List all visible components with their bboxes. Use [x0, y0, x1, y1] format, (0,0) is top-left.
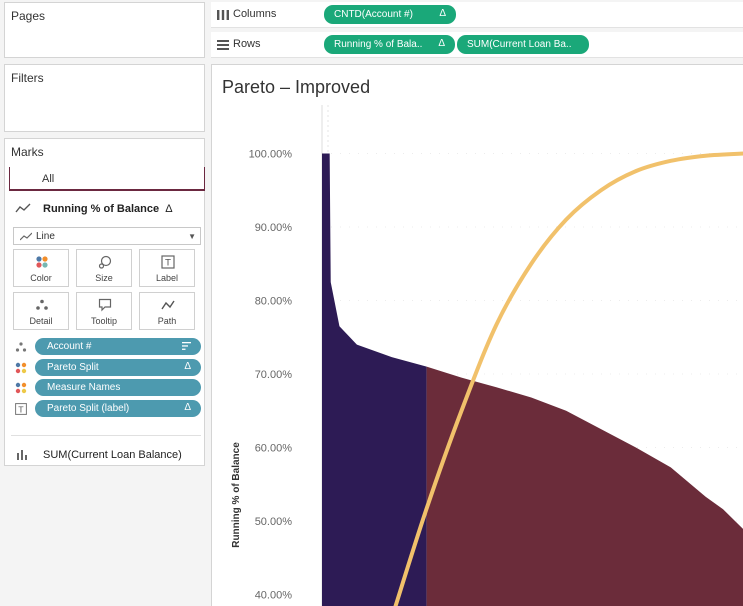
delta-icon: Δ: [165, 203, 173, 215]
rows-icon: [217, 40, 229, 50]
detail-icon: [15, 342, 27, 352]
chart-view: Pareto – Improved 100.00% 90.00% 80.00% 70.…: [211, 64, 743, 606]
filters-title: Filters: [11, 71, 44, 85]
mark-type-value: Line: [36, 231, 55, 242]
marks-divider: [11, 435, 201, 436]
marks-size-button[interactable]: Size: [76, 249, 132, 287]
marks-color-button[interactable]: Color: [13, 249, 69, 287]
marks-field-row: Measure Names: [9, 379, 203, 397]
color-icon: [36, 256, 48, 268]
y-tick-label: 90.00%: [255, 222, 293, 234]
filters-card[interactable]: Filters: [4, 64, 205, 132]
line-mark-icon: [20, 232, 32, 241]
area-rest-segment[interactable]: [426, 366, 743, 606]
rows-pill-label: Running % of Bala..: [334, 39, 423, 50]
tableau-workspace: Pages Filters Marks All Running % of Bal…: [0, 0, 743, 606]
color-icon: [15, 362, 27, 374]
field-pill-label: Measure Names: [47, 382, 121, 393]
columns-pill-cntd-account[interactable]: CNTD(Account #) Δ: [324, 5, 456, 24]
text-label-icon: T: [15, 403, 27, 415]
field-pill-pareto-split[interactable]: Pareto Split Δ: [35, 359, 201, 376]
pages-card[interactable]: Pages: [4, 2, 205, 58]
marks-field-row: T Pareto Split (label) Δ: [9, 400, 203, 418]
marks-path-button[interactable]: Path: [139, 292, 195, 330]
bar-chart-icon: [17, 450, 27, 460]
marks-title: Marks: [11, 145, 44, 159]
marks-detail-button[interactable]: Detail: [13, 292, 69, 330]
rows-label: Rows: [233, 38, 261, 50]
tooltip-icon: [98, 298, 112, 312]
color-icon: [15, 382, 27, 394]
columns-pill-label: CNTD(Account #): [334, 9, 413, 20]
path-icon: [161, 300, 175, 310]
text-label-icon: T: [161, 255, 175, 269]
field-pill-label: Account #: [47, 341, 92, 352]
y-axis-title: Running % of Balance: [231, 442, 242, 548]
svg-text:T: T: [164, 259, 171, 269]
field-pill-pareto-split-label[interactable]: Pareto Split (label) Δ: [35, 400, 201, 417]
y-tick-label: 40.00%: [255, 590, 293, 602]
y-tick-label: 50.00%: [255, 516, 293, 528]
svg-text:T: T: [18, 405, 24, 414]
field-pill-measure-names[interactable]: Measure Names: [35, 379, 201, 396]
tooltip-label: Tooltip: [90, 316, 117, 326]
pages-title: Pages: [11, 9, 46, 23]
path-label: Path: [157, 316, 177, 326]
detail-icon: [36, 299, 48, 310]
y-tick-label: 100.00%: [249, 149, 293, 161]
rows-pill-sum-loan-balance[interactable]: SUM(Current Loan Ba..: [457, 35, 589, 54]
delta-icon: Δ: [184, 361, 191, 372]
field-pill-label: Pareto Split (label): [47, 403, 130, 414]
delta-icon: Δ: [184, 402, 191, 413]
mark-type-dropdown[interactable]: Line ▼: [13, 227, 201, 245]
rows-pill-label: SUM(Current Loan Ba..: [467, 39, 572, 50]
size-label: Size: [95, 273, 113, 283]
pareto-chart[interactable]: 100.00% 90.00% 80.00% 70.00% 60.00% 50.00% 40.…: [212, 65, 743, 606]
marks-label-button[interactable]: T Label: [139, 249, 195, 287]
marks-section-running-pct[interactable]: Running % of Balance Δ: [11, 199, 201, 219]
field-pill-account[interactable]: Account #: [35, 338, 201, 355]
size-icon: [98, 255, 112, 269]
y-tick-label: 60.00%: [255, 443, 293, 455]
delta-icon: Δ: [439, 8, 446, 19]
label-label: Label: [155, 273, 179, 283]
marks-section-title: Running % of Balance: [43, 203, 160, 215]
area-top-segment[interactable]: [322, 153, 427, 606]
marks-all-tab[interactable]: All: [9, 167, 205, 191]
delta-icon: Δ: [438, 38, 445, 49]
marks-all-tab-label: All: [42, 173, 55, 185]
rows-pill-running-pct[interactable]: Running % of Bala.. Δ: [324, 35, 455, 54]
marks-field-row: Pareto Split Δ: [9, 359, 203, 377]
marks-section-title-2: SUM(Current Loan Balance): [43, 449, 182, 461]
color-label: Color: [30, 273, 52, 283]
columns-shelf[interactable]: Columns CNTD(Account #) Δ: [211, 2, 743, 28]
columns-label: Columns: [233, 8, 277, 20]
y-tick-label: 70.00%: [255, 369, 293, 381]
detail-label: Detail: [29, 316, 53, 326]
chevron-down-icon: ▼: [188, 232, 196, 241]
sort-icon: [182, 342, 191, 350]
field-pill-label: Pareto Split: [47, 362, 99, 373]
marks-section-loan-balance[interactable]: SUM(Current Loan Balance): [11, 445, 201, 465]
marks-tooltip-button[interactable]: Tooltip: [76, 292, 132, 330]
line-chart-icon: [15, 203, 31, 213]
y-tick-label: 80.00%: [255, 296, 293, 308]
rows-shelf[interactable]: Rows Running % of Bala.. Δ SUM(Current L…: [211, 32, 743, 58]
columns-icon: [217, 10, 229, 20]
marks-card: Marks All Running % of Balance Δ Line ▼: [4, 138, 205, 466]
marks-field-row: Account #: [9, 338, 203, 356]
